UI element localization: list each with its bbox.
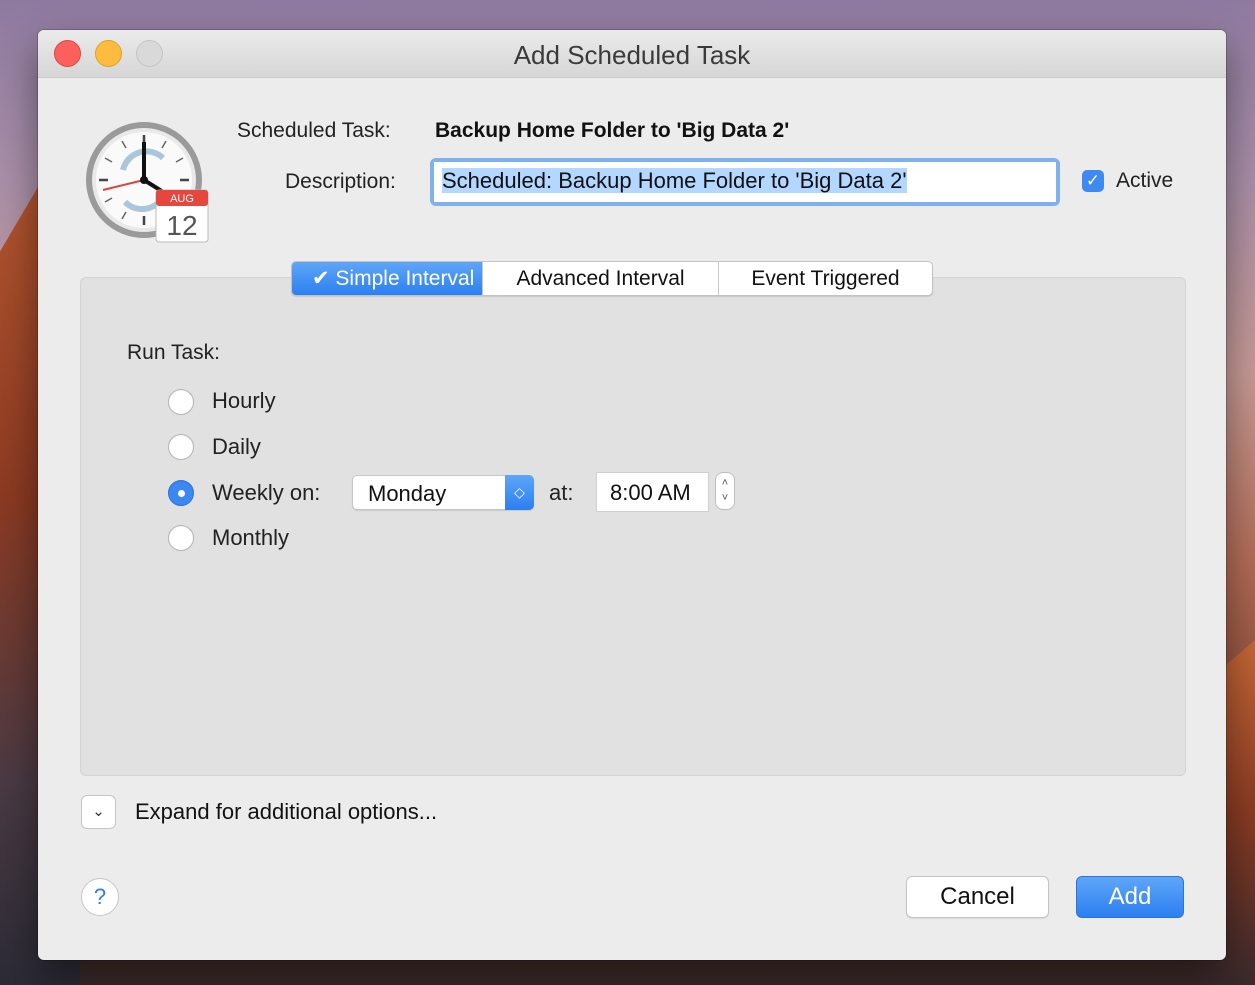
daily-radio[interactable] (168, 434, 194, 460)
active-checkbox[interactable]: ✓ (1082, 170, 1104, 192)
hourly-label: Hourly (212, 388, 276, 413)
tab-simple-interval[interactable]: ✔ Simple Interval (292, 262, 482, 295)
description-value: Scheduled: Backup Home Folder to 'Big Da… (442, 168, 907, 193)
hourly-radio[interactable] (168, 389, 194, 415)
popup-arrows-icon: ◇ (505, 475, 534, 510)
expand-options-label: Expand for additional options... (135, 799, 438, 824)
interval-tabs: ✔ Simple Interval Advanced Interval Even… (291, 261, 933, 296)
tab-advanced-interval[interactable]: Advanced Interval (482, 262, 718, 295)
add-scheduled-task-dialog: Add Scheduled Task AUG 12 Scheduled Task… (38, 30, 1226, 960)
title-bar: Add Scheduled Task (38, 30, 1226, 78)
chevron-down-icon: ⌄ (92, 803, 105, 820)
time-value: 8:00 AM (610, 480, 691, 505)
daily-label: Daily (212, 434, 261, 459)
run-task-label: Run Task: (127, 341, 220, 364)
at-label: at: (549, 480, 574, 505)
cancel-button[interactable]: Cancel (906, 876, 1049, 918)
monthly-label: Monthly (212, 525, 290, 550)
active-label: Active (1116, 169, 1174, 192)
scheduled-task-name: Backup Home Folder to 'Big Data 2' (435, 119, 790, 142)
expand-options-button[interactable]: ⌄ (81, 795, 116, 829)
weekday-popup[interactable]: Monday ◇ (352, 475, 534, 510)
weekly-label: Weekly on: (212, 480, 321, 505)
weekday-value: Monday (368, 481, 447, 506)
tab-event-triggered[interactable]: Event Triggered (718, 262, 932, 295)
stepper-down-icon[interactable]: ˅ (716, 491, 734, 506)
description-label: Description: (285, 170, 396, 193)
monthly-radio[interactable] (168, 525, 194, 551)
time-stepper[interactable]: ˄ ˅ (715, 472, 735, 510)
scheduled-task-label: Scheduled Task: (237, 119, 391, 142)
stepper-up-icon[interactable]: ˄ (716, 476, 734, 491)
weekly-radio[interactable] (168, 480, 194, 506)
clock-calendar-icon: AUG 12 (86, 122, 209, 243)
add-button[interactable]: Add (1076, 876, 1184, 918)
help-button[interactable]: ? (81, 878, 119, 916)
svg-text:AUG: AUG (170, 193, 194, 205)
description-field[interactable]: Scheduled: Backup Home Folder to 'Big Da… (430, 158, 1060, 206)
svg-text:12: 12 (166, 210, 197, 241)
window-title: Add Scheduled Task (513, 40, 751, 70)
time-field[interactable]: 8:00 AM (596, 472, 709, 512)
